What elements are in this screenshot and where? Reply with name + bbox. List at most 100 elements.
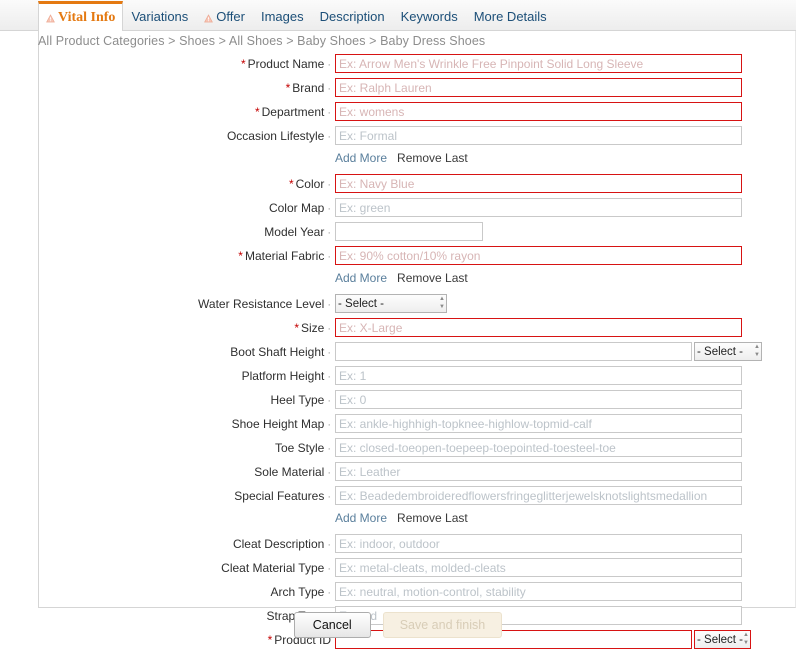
special-features-field[interactable] <box>335 486 742 505</box>
field-control <box>335 54 796 73</box>
form-row: Shoe Height Map · <box>38 414 796 434</box>
field-control <box>335 438 796 457</box>
add-remove-controls: Add More Remove Last <box>335 151 468 165</box>
field-label: Occasion Lifestyle · <box>38 126 335 143</box>
material-fabric-field[interactable] <box>335 246 742 265</box>
label-dot: · <box>327 563 331 575</box>
field-label: Toe Style · <box>38 438 335 455</box>
field-control <box>335 78 796 97</box>
field-label-text: Color Map <box>268 201 325 215</box>
arch-type-field[interactable] <box>335 582 742 601</box>
field-control: - Select - ▲ ▼ <box>335 342 796 361</box>
model-year-field[interactable] <box>335 222 483 241</box>
occasion-lifestyle-field[interactable] <box>335 126 742 145</box>
select-wrapper: - Select - ▲ ▼ <box>694 342 762 361</box>
form-row: Toe Style · <box>38 438 796 458</box>
field-label-text: Water Resistance Level <box>198 297 325 311</box>
field-label-text: Model Year <box>264 225 325 239</box>
tab-bar: Vital Info Variations Offer Images Descripti… <box>0 0 796 32</box>
required-asterisk: * <box>240 57 246 71</box>
label-dot: · <box>327 299 331 311</box>
field-label: Arch Type · <box>38 582 335 599</box>
color-field[interactable] <box>335 174 742 193</box>
remove-last-link[interactable]: Remove Last <box>397 151 468 165</box>
field-control <box>335 126 796 145</box>
field-label: Boot Shaft Height · <box>38 342 335 359</box>
product-name-field[interactable] <box>335 54 742 73</box>
shoe-height-map-field[interactable] <box>335 414 742 433</box>
tab-keywords[interactable]: Keywords <box>393 1 466 31</box>
tab-label: Variations <box>131 8 189 24</box>
field-label-text: Occasion Lifestyle <box>226 129 325 143</box>
form-row: Boot Shaft Height · - Select - ▲ ▼ <box>38 342 796 362</box>
field-control <box>335 462 796 481</box>
label-dot: · <box>327 371 331 383</box>
form-footer: Cancel Save and finish <box>0 612 796 638</box>
field-label-text: Size <box>300 321 325 335</box>
form-row: * Product Name · <box>38 54 796 74</box>
field-control <box>335 318 796 337</box>
remove-last-link[interactable]: Remove Last <box>397 271 468 285</box>
label-dot: · <box>327 419 331 431</box>
cleat-description-field[interactable] <box>335 534 742 553</box>
tab-variations[interactable]: Variations <box>123 1 196 31</box>
boot-shaft-height-field[interactable] <box>335 342 692 361</box>
tab-description[interactable]: Description <box>312 1 393 31</box>
tab-offer[interactable]: Offer <box>196 1 253 31</box>
size-field[interactable] <box>335 318 742 337</box>
field-label-text: Cleat Material Type <box>221 561 325 575</box>
tab-images[interactable]: Images <box>253 1 312 31</box>
form-row: Occasion Lifestyle · <box>38 126 796 146</box>
field-label: Cleat Description · <box>38 534 335 551</box>
label-dot: · <box>327 443 331 455</box>
label-dot: · <box>327 179 331 191</box>
field-label: Water Resistance Level · <box>38 294 335 311</box>
add-more-link[interactable]: Add More <box>335 151 387 165</box>
field-label: Shoe Height Map · <box>38 414 335 431</box>
field-label-text: Heel Type <box>270 393 325 407</box>
warning-triangle-icon <box>204 11 214 22</box>
field-label: * Size · <box>38 318 335 335</box>
add-more-link[interactable]: Add More <box>335 511 387 525</box>
required-asterisk: * <box>294 321 299 335</box>
required-asterisk: * <box>288 177 294 191</box>
label-dot: · <box>327 131 331 143</box>
tab-label: More Details <box>473 8 547 24</box>
tab-label: Keywords <box>400 8 458 24</box>
toe-style-field[interactable] <box>335 438 742 457</box>
save-and-finish-button[interactable]: Save and finish <box>382 612 503 638</box>
field-label: Special Features · <box>38 486 335 503</box>
remove-last-link[interactable]: Remove Last <box>397 511 468 525</box>
sole-material-field[interactable] <box>335 462 742 481</box>
color-map-field[interactable] <box>335 198 742 217</box>
heel-type-field[interactable] <box>335 390 742 409</box>
form-row: * Brand · <box>38 78 796 98</box>
field-label-text: Material Fabric <box>244 249 325 263</box>
cleat-material-type-field[interactable] <box>335 558 742 577</box>
label-dot: · <box>327 587 331 599</box>
dropdown-8[interactable]: - Select - <box>335 294 447 313</box>
attribute-form: *Product Name· *Brand· *Department· Occasio… <box>38 54 796 654</box>
field-label: Color Map · <box>38 198 335 215</box>
field-label: Model Year · <box>38 222 335 239</box>
brand-field[interactable] <box>335 78 742 97</box>
field-label: Heel Type · <box>38 390 335 407</box>
label-dot: · <box>327 395 331 407</box>
field-control <box>335 558 796 577</box>
label-dot: · <box>327 539 331 551</box>
label-dot: · <box>327 83 331 95</box>
form-row: * Size · <box>38 318 796 338</box>
field-control <box>335 366 796 385</box>
cancel-button[interactable]: Cancel <box>293 612 371 638</box>
dropdown-10[interactable]: - Select - <box>694 342 762 361</box>
warning-triangle-icon <box>46 12 55 23</box>
platform-height-field[interactable] <box>335 366 742 385</box>
add-more-link[interactable]: Add More <box>335 271 387 285</box>
department-field[interactable] <box>335 102 742 121</box>
label-dot: · <box>327 59 331 71</box>
field-label: * Department · <box>38 102 335 119</box>
tab-more-details[interactable]: More Details <box>466 1 555 31</box>
add-remove-row: Add More Remove Last <box>38 270 796 290</box>
tab-vital-info[interactable]: Vital Info <box>38 1 124 32</box>
